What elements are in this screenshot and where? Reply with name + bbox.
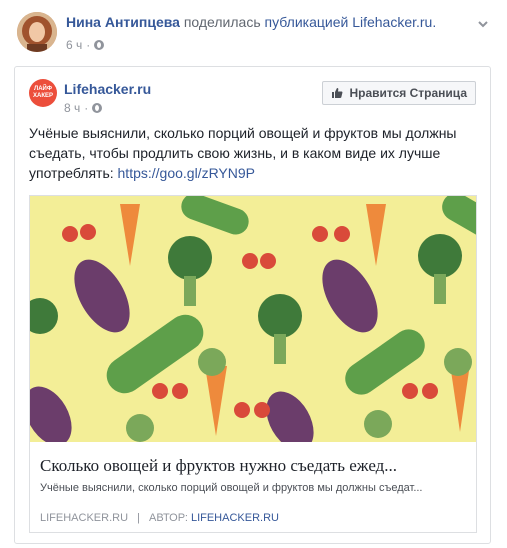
page-logo-text: ЛАЙФ ХАКЕР [32, 86, 53, 99]
preview-author-label: АВТОР: [149, 512, 188, 524]
post-text: Учёные выяснили, сколько порций овощей и… [29, 123, 475, 183]
chevron-down-icon [478, 21, 488, 28]
post-link[interactable]: https://goo.gl/zRYN9P [118, 165, 255, 181]
separator: · [84, 101, 89, 115]
globe-icon [94, 40, 105, 50]
post-menu-button[interactable] [473, 14, 493, 34]
like-page-button[interactable]: Нравится Страница [322, 81, 476, 105]
separator: · [86, 38, 91, 52]
shared-object-link[interactable]: публикацией [265, 14, 349, 30]
preview-description: Учёные выяснили, сколько порций овощей и… [40, 482, 423, 494]
shared-post-meta: 8 ч · [64, 101, 103, 115]
link-preview[interactable]: Сколько овощей и фруктов нужно съедать е… [29, 195, 477, 533]
preview-domain: LIFEHACKER.RU [40, 512, 129, 524]
feed-post: Нина Антипцева поделилась публикацией Li… [0, 0, 507, 548]
preview-image[interactable] [30, 196, 476, 442]
post-header: Нина Антипцева поделилась публикацией Li… [66, 14, 436, 30]
separator: | [137, 512, 140, 524]
globe-icon [92, 103, 103, 113]
post-time[interactable]: 6 ч [66, 38, 82, 52]
post-meta: 6 ч · [66, 38, 105, 52]
like-page-label: Нравится Страница [349, 86, 467, 100]
preview-author-link[interactable]: LIFEHACKER.RU [191, 512, 279, 524]
action-text: поделилась [183, 14, 261, 30]
page-name[interactable]: Lifehacker.ru [64, 81, 151, 97]
source-page-link[interactable]: Lifehacker.ru. [352, 14, 436, 30]
author-name[interactable]: Нина Антипцева [66, 14, 180, 30]
shared-post-time[interactable]: 8 ч [64, 101, 80, 115]
author-avatar[interactable] [17, 12, 57, 52]
shared-post: ЛАЙФ ХАКЕР Lifehacker.ru 8 ч · Нравится … [14, 66, 491, 544]
page-logo[interactable]: ЛАЙФ ХАКЕР [29, 79, 57, 107]
preview-title[interactable]: Сколько овощей и фруктов нужно съедать е… [40, 456, 466, 476]
preview-source: LIFEHACKER.RU | АВТОР: LIFEHACKER.RU [40, 512, 279, 524]
thumbs-up-icon [332, 88, 343, 98]
